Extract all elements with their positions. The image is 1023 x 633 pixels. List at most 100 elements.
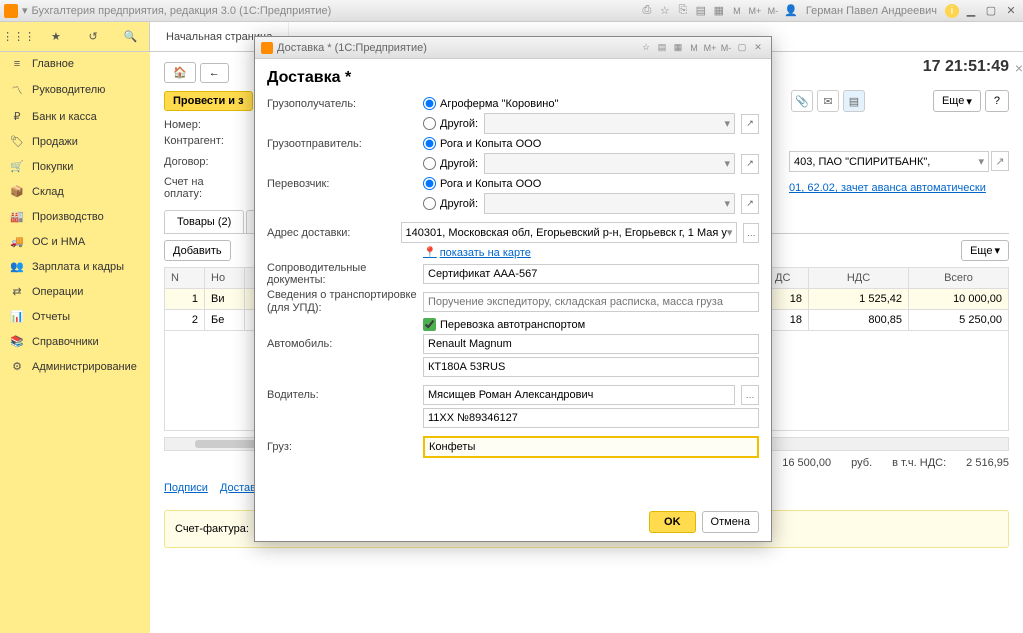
ok-button[interactable]: OK (649, 511, 696, 533)
tag-icon: 🏷 (10, 135, 24, 148)
history-icon[interactable]: ↺ (85, 29, 101, 45)
modal-mp-icon[interactable]: M+ (703, 41, 717, 55)
sidebar-item-warehouse[interactable]: 📦Склад (0, 179, 150, 204)
adres-field[interactable]: 140301, Московская обл, Егорьевский р-н,… (401, 222, 738, 243)
link-icon[interactable]: ⎘ (676, 4, 690, 18)
perevozchik-radio-roga[interactable]: Рога и Копыта ООО (423, 177, 541, 190)
sidebar-item-reports[interactable]: 📊Отчеты (0, 304, 150, 329)
gruz-input[interactable] (423, 436, 759, 458)
mail-button[interactable]: ✉ (817, 90, 839, 112)
m-minus-icon[interactable]: M- (766, 4, 780, 18)
table-more-button[interactable]: Еще▾ (961, 240, 1009, 261)
gruzootprav-radio-roga[interactable]: Рога и Копыта ООО (423, 137, 541, 150)
m-plus-icon[interactable]: M+ (748, 4, 762, 18)
perevozchik-open-icon[interactable]: ↗ (741, 194, 759, 214)
bank-open-icon[interactable]: ↗ (991, 151, 1009, 171)
m-icon[interactable]: M (730, 4, 744, 18)
voditel-input[interactable] (423, 385, 735, 405)
search-icon[interactable]: 🔍 (122, 29, 138, 45)
auto-input[interactable] (423, 334, 759, 354)
star-icon[interactable]: ★ (48, 29, 64, 45)
sved-input[interactable] (423, 292, 759, 312)
app-title: Бухгалтерия предприятия, редакция 3.0 (1… (32, 5, 640, 17)
sidebar-item-refs[interactable]: 📚Справочники (0, 329, 150, 354)
col-nds[interactable]: НДС (809, 268, 909, 289)
help-button[interactable]: ? (985, 90, 1009, 112)
back-button[interactable]: ← (200, 63, 229, 83)
calc-icon[interactable]: ▤ (694, 4, 708, 18)
adres-edit-icon[interactable]: … (743, 223, 759, 243)
soprov-label: Сопроводительные документы: (267, 262, 417, 286)
gruzootprav-other-field[interactable]: ▾ (484, 153, 735, 174)
attach-button[interactable]: 📎 (791, 90, 813, 112)
home-button[interactable]: 🏠 (164, 62, 196, 83)
list-button[interactable]: ▤ (843, 90, 865, 112)
people-icon: 👥 (10, 260, 24, 273)
col-nom[interactable]: Но (205, 268, 245, 289)
delivery-modal: Доставка * (1С:Предприятие) ☆ ▤ ▦ M M+ M… (254, 36, 772, 542)
minimize-icon[interactable]: ▁ (963, 4, 979, 18)
cancel-button[interactable]: Отмена (702, 511, 759, 533)
current-user[interactable]: Герман Павел Андреевич (802, 5, 941, 17)
gruzopoluch-open-icon[interactable]: ↗ (741, 114, 759, 134)
sidebar-item-assets[interactable]: 🚚ОС и НМА (0, 229, 150, 254)
sidebar-item-sales[interactable]: 🏷Продажи (0, 129, 150, 154)
ruble-icon: ₽ (10, 110, 24, 123)
modal-max-icon[interactable]: ▢ (735, 41, 749, 55)
gruzootprav-radio-other[interactable]: Другой: (423, 157, 478, 170)
maximize-icon[interactable]: ▢ (983, 4, 999, 18)
calendar-icon[interactable]: ▦ (712, 4, 726, 18)
voditel-edit-icon[interactable]: … (741, 385, 759, 405)
gruzopoluch-radio-other[interactable]: Другой: (423, 117, 478, 130)
modal-fav-icon[interactable]: ☆ (639, 41, 653, 55)
map-link[interactable]: 📍показать на карте (423, 246, 531, 259)
sidebar-item-main[interactable]: ≡Главное (0, 52, 150, 76)
more-button[interactable]: Еще▾ (933, 90, 981, 112)
dropdown-icon[interactable]: ▾ (22, 4, 28, 17)
modal-calc-icon[interactable]: ▤ (655, 41, 669, 55)
col-ds[interactable]: ДС (769, 268, 809, 289)
nomer-label: Номер: (164, 119, 242, 131)
modal-close-icon[interactable]: ✕ (751, 41, 765, 55)
sidebar-item-ops[interactable]: ⇄Операции (0, 279, 150, 304)
info-icon[interactable]: i (945, 4, 959, 18)
tab-tovary[interactable]: Товары (2) (164, 210, 244, 233)
modal-mm-icon[interactable]: M- (719, 41, 733, 55)
sidebar-item-purchase[interactable]: 🛒Покупки (0, 154, 150, 179)
sidebar-item-admin[interactable]: ⚙Администрирование (0, 354, 150, 379)
doc-close-icon[interactable]: × (1015, 60, 1023, 76)
podpisi-link[interactable]: Подписи (164, 482, 208, 494)
gruzopoluch-other-field[interactable]: ▾ (484, 113, 735, 134)
chart-icon: 〽 (10, 82, 24, 98)
fav-icon[interactable]: ☆ (658, 4, 672, 18)
apps-icon[interactable]: ⋮⋮⋮ (11, 29, 27, 45)
sidebar-item-manager[interactable]: 〽Руководителю (0, 76, 150, 104)
auto-checkbox[interactable]: Перевозка автотранспортом (423, 318, 585, 331)
perevozchik-radio-other[interactable]: Другой: (423, 197, 478, 210)
zachet-link[interactable]: 01, 62.02, зачет аванса автоматически (789, 182, 1009, 194)
book-icon: 📚 (10, 335, 24, 348)
gruzootprav-open-icon[interactable]: ↗ (741, 154, 759, 174)
soprov-input[interactable] (423, 264, 759, 284)
modal-wintitle: Доставка * (1С:Предприятие) (277, 42, 635, 54)
adres-label: Адрес доставки: (267, 227, 395, 239)
gruzootprav-label: Грузоотправитель: (267, 138, 417, 150)
sved-label: Сведения о транспортировке (для УПД): (267, 289, 417, 315)
sidebar-item-salary[interactable]: 👥Зарплата и кадры (0, 254, 150, 279)
col-n[interactable]: N (165, 268, 205, 289)
close-icon[interactable]: ✕ (1003, 4, 1019, 18)
modal-logo-icon (261, 42, 273, 54)
gruzopoluch-radio-agroferma[interactable]: Агроферма "Коровино" (423, 97, 558, 110)
perevozchik-other-field[interactable]: ▾ (484, 193, 735, 214)
sidebar-item-production[interactable]: 🏭Производство (0, 204, 150, 229)
voditel-doc-input[interactable] (423, 408, 759, 428)
modal-cal-icon[interactable]: ▦ (671, 41, 685, 55)
provesti-button[interactable]: Провести и з (164, 91, 253, 111)
col-vsego[interactable]: Всего (909, 268, 1009, 289)
sidebar-item-bank[interactable]: ₽Банк и касса (0, 104, 150, 129)
modal-m-icon[interactable]: M (687, 41, 701, 55)
bank-field[interactable]: 403, ПАО "СПИРИТБАНК",▾ (789, 151, 989, 172)
add-button[interactable]: Добавить (164, 240, 231, 261)
print-icon[interactable]: ⎙ (640, 4, 654, 18)
auto-num-input[interactable] (423, 357, 759, 377)
